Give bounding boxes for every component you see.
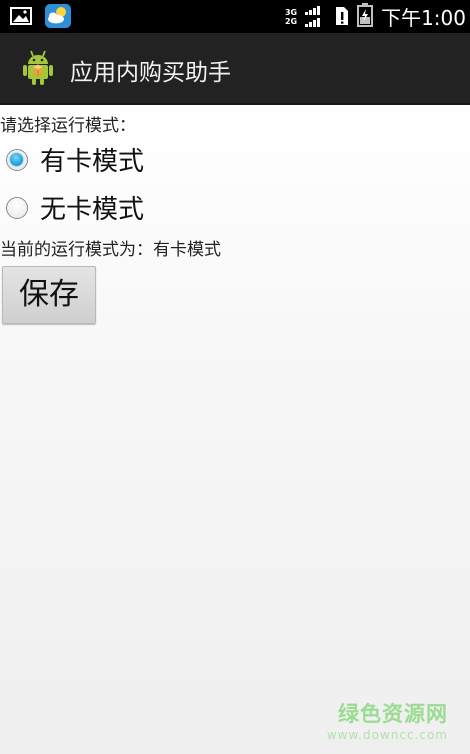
watermark-title: 绿色资源网 bbox=[338, 702, 448, 726]
android-robot-icon[interactable] bbox=[19, 49, 57, 91]
radio-option-card-mode[interactable]: 有卡模式 bbox=[6, 141, 144, 178]
network-label-2g: 2G bbox=[284, 16, 298, 26]
network-type-labels: 3G 2G bbox=[285, 8, 297, 26]
radio-option-label: 有卡模式 bbox=[40, 147, 145, 177]
main-content: 请选择运行模式： 有卡模式 无卡模式 当前的运行模式为：有卡模式 保存 绿色资源… bbox=[0, 105, 470, 754]
app-title: 应用内购买助手 bbox=[70, 60, 231, 86]
radio-option-no-card-mode[interactable]: 无卡模式 bbox=[6, 189, 144, 226]
radio-button-checked[interactable] bbox=[6, 148, 28, 171]
sim-alert-icon bbox=[335, 4, 349, 30]
status-bar-notifications bbox=[10, 3, 72, 33]
radio-button-unchecked[interactable] bbox=[6, 196, 28, 219]
current-mode-text: 当前的运行模式为：有卡模式 bbox=[0, 240, 221, 260]
weather-app-icon bbox=[44, 3, 72, 33]
status-bar-system: 3G 2G 下午1:00 bbox=[285, 0, 466, 33]
mode-prompt-label: 请选择运行模式： bbox=[0, 116, 136, 136]
status-bar-clock: 下午1:00 bbox=[381, 6, 466, 30]
save-button[interactable]: 保存 bbox=[2, 266, 96, 324]
status-bar: 3G 2G 下午1:00 bbox=[0, 0, 470, 33]
watermark: 绿色资源网 www.downcc.com bbox=[327, 698, 448, 742]
action-bar: 应用内购买助手 bbox=[0, 33, 470, 105]
signal-icon bbox=[305, 3, 327, 31]
watermark-url: www.downcc.com bbox=[326, 728, 448, 742]
gallery-icon bbox=[10, 6, 32, 30]
radio-option-label: 无卡模式 bbox=[40, 195, 145, 225]
network-label-3g: 3G bbox=[284, 7, 298, 17]
battery-icon bbox=[357, 2, 374, 31]
